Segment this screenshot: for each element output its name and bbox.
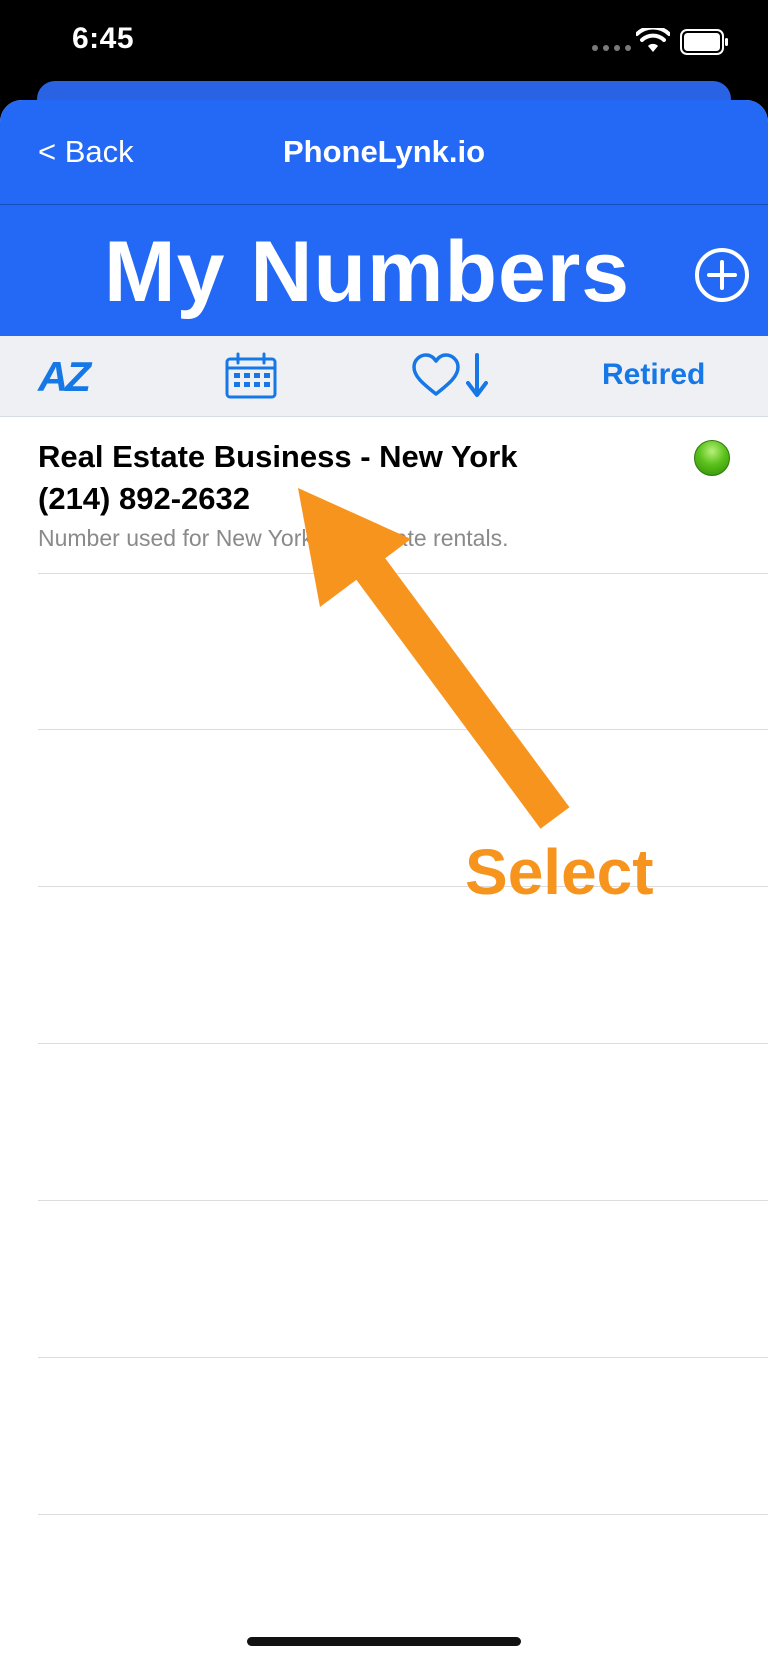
heart-sort-down-icon[interactable] [412, 352, 492, 400]
numbers-list: Real Estate Business - New York (214) 89… [0, 417, 768, 573]
row-divider [38, 1357, 768, 1358]
status-time: 6:45 [72, 22, 135, 55]
status-indicator-icon [694, 440, 730, 476]
row-divider [38, 1043, 768, 1044]
battery-icon [680, 29, 728, 55]
page-header: My Numbers [0, 205, 768, 336]
retired-filter-button[interactable]: Retired [602, 358, 705, 392]
row-divider [38, 729, 768, 730]
annotation-label: Select [465, 836, 654, 908]
row-divider [38, 886, 768, 887]
phone-number: (214) 892-2632 [38, 481, 250, 516]
number-description: Number used for New York real estate ren… [38, 525, 509, 551]
home-indicator[interactable] [247, 1637, 521, 1646]
nav-title: PhoneLynk.io [282, 134, 486, 169]
status-bar: 6:45 [0, 0, 768, 84]
page-title: My Numbers [104, 224, 631, 320]
navigation-bar: < Back PhoneLynk.io [0, 100, 768, 205]
cellular-signal-icon [592, 45, 631, 51]
row-divider [38, 1200, 768, 1201]
wifi-icon [636, 28, 670, 52]
filter-toolbar: AZ Retired [0, 336, 768, 417]
plus-circle-icon[interactable] [694, 247, 750, 303]
sort-az-button[interactable]: AZ [38, 353, 91, 401]
row-divider [38, 1514, 768, 1515]
number-title: Real Estate Business - New York [38, 439, 518, 474]
list-item[interactable]: Real Estate Business - New York (214) 89… [0, 417, 768, 573]
calendar-icon[interactable] [224, 352, 278, 400]
row-divider [38, 573, 768, 574]
